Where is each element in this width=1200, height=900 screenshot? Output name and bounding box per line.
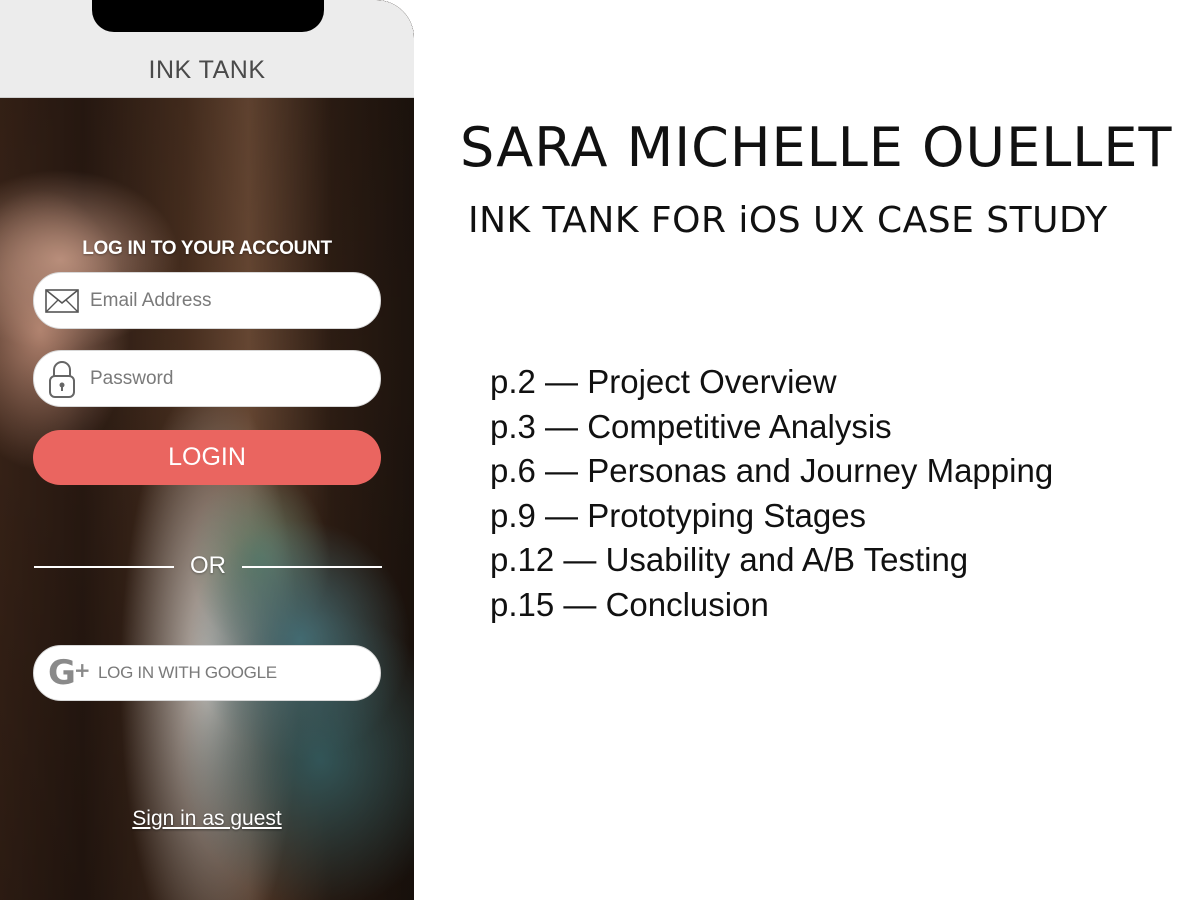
app-title: INK TANK	[148, 56, 266, 84]
envelope-icon	[34, 272, 90, 329]
table-of-contents: p.2 — Project Overview p.3 — Competitive…	[490, 360, 1180, 627]
google-plus-glyph: +	[73, 658, 91, 682]
phone-notch	[92, 0, 324, 32]
password-field[interactable]	[33, 350, 381, 407]
password-input[interactable]	[90, 367, 360, 390]
toc-item: p.3 — Competitive Analysis	[490, 407, 892, 445]
google-plus-icon: G +	[48, 653, 100, 693]
author-name: SARA MICHELLE OUELLET	[460, 116, 1173, 179]
toc-item: p.2 — Project Overview	[490, 363, 837, 400]
or-divider: OR	[34, 552, 382, 582]
login-button[interactable]: LOGIN	[33, 430, 381, 485]
divider-line-right	[242, 566, 382, 568]
email-field[interactable]	[33, 272, 381, 329]
lock-icon	[34, 350, 90, 407]
case-study-subtitle: INK TANK FOR iOS UX CASE STUDY	[468, 200, 1108, 241]
toc-item: p.15 — Conclusion	[490, 585, 769, 623]
sign-in-as-guest-link[interactable]: Sign in as guest	[0, 807, 414, 831]
toc-item: p.6 — Personas and Journey Mapping	[490, 452, 1054, 489]
login-heading: LOG IN TO YOUR ACCOUNT	[82, 238, 332, 259]
phone-mockup: INK TANK LOG IN TO YOUR ACCOUNT LOGIN	[0, 0, 414, 900]
google-login-button[interactable]: G + LOG IN WITH GOOGLE	[33, 645, 381, 701]
google-login-label: LOG IN WITH GOOGLE	[98, 663, 277, 682]
email-input[interactable]	[90, 289, 360, 312]
or-text: OR	[190, 552, 226, 579]
toc-item: p.12 — Usability and A/B Testing	[490, 541, 969, 578]
google-g-glyph: G	[48, 653, 76, 693]
divider-line-left	[34, 566, 174, 568]
toc-item: p.9 — Prototyping Stages	[490, 496, 867, 534]
